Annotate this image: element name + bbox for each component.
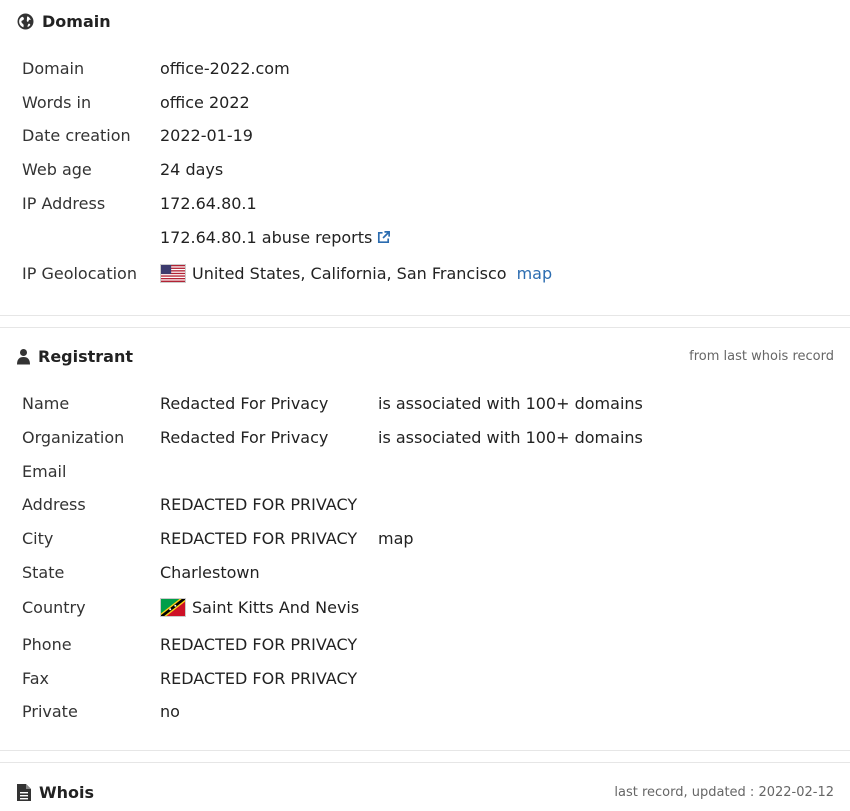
value-state: Charlestown: [160, 562, 260, 582]
row-organization: Organization Redacted For Privacy is ass…: [22, 425, 850, 449]
value-address: REDACTED FOR PRIVACY: [160, 494, 358, 514]
label-state: State: [22, 562, 65, 582]
label-ip-geolocation: IP Geolocation: [22, 263, 137, 283]
name-link[interactable]: Redacted For Privacy: [160, 394, 328, 413]
value-phone: REDACTED FOR PRIVACY: [160, 634, 358, 654]
value-words-in: office 2022: [160, 92, 250, 112]
value-domain: office-2022.com: [160, 58, 290, 78]
label-name: Name: [22, 393, 70, 413]
section-title-domain: Domain: [42, 12, 111, 31]
abuse-reports-label: 172.64.80.1 abuse reports: [160, 227, 373, 247]
ip-geolocation-map-link[interactable]: map: [517, 264, 553, 283]
label-phone: Phone: [22, 634, 72, 654]
value-country: Saint Kitts And Nevis: [160, 597, 360, 617]
external-link-icon: [378, 230, 391, 243]
label-city: City: [22, 528, 54, 548]
organization-association-text: is associated with 100+ domains: [378, 427, 643, 447]
section-title-whois: Whois: [39, 783, 95, 802]
label-organization: Organization: [22, 427, 125, 447]
row-date-creation: Date creation 2022-01-19: [22, 123, 850, 147]
label-country: Country: [22, 597, 86, 617]
row-ip-address: IP Address 172.64.80.1: [22, 191, 850, 215]
section-divider: [0, 762, 850, 763]
ip-address-link[interactable]: 172.64.80.1: [160, 194, 257, 213]
registrant-note: from last whois record: [689, 349, 834, 364]
globe-icon: [17, 13, 34, 30]
row-country: Country Saint Kitts And Nevis: [22, 595, 850, 619]
row-abuse-reports: 172.64.80.1 abuse reports: [22, 225, 850, 249]
domain-section-header: Domain: [17, 12, 111, 31]
row-fax: Fax REDACTED FOR PRIVACY: [22, 666, 850, 690]
organization-link[interactable]: Redacted For Privacy: [160, 428, 328, 447]
row-phone: Phone REDACTED FOR PRIVACY: [22, 632, 850, 656]
section-divider: [0, 750, 850, 751]
city-map-link[interactable]: map: [378, 529, 414, 548]
registrant-section-header: Registrant: [17, 347, 133, 366]
label-address: Address: [22, 494, 86, 514]
user-icon: [17, 349, 30, 365]
ip-geolocation-text: United States, California, San Francisco: [192, 263, 507, 283]
document-icon: [17, 784, 31, 801]
row-city: City REDACTED FOR PRIVACY map: [22, 526, 850, 550]
label-date-creation: Date creation: [22, 125, 131, 145]
whois-note: last record, updated : 2022-02-12: [614, 785, 834, 800]
kn-flag-icon: [160, 597, 186, 617]
section-divider: [0, 315, 850, 316]
value-private: no: [160, 701, 180, 721]
label-private: Private: [22, 701, 78, 721]
row-address: Address REDACTED FOR PRIVACY: [22, 492, 850, 516]
section-title-registrant: Registrant: [38, 347, 134, 366]
value-ip-geolocation: United States, California, San Francisco…: [160, 263, 553, 283]
label-domain: Domain: [22, 58, 85, 78]
whois-section-header: Whois: [17, 783, 94, 802]
row-web-age: Web age 24 days: [22, 157, 850, 181]
value-date-creation: 2022-01-19: [160, 125, 253, 145]
label-words-in: Words in: [22, 92, 92, 112]
row-words-in: Words in office 2022: [22, 90, 850, 114]
row-email: Email: [22, 459, 850, 483]
row-private: Private no: [22, 699, 850, 723]
row-state: State Charlestown: [22, 560, 850, 584]
name-association-text: is associated with 100+ domains: [378, 393, 643, 413]
row-domain: Domain office-2022.com: [22, 56, 850, 80]
value-city: REDACTED FOR PRIVACY: [160, 528, 358, 548]
row-name: Name Redacted For Privacy is associated …: [22, 391, 850, 415]
value-web-age: 24 days: [160, 159, 224, 179]
value-fax: REDACTED FOR PRIVACY: [160, 668, 358, 688]
label-web-age: Web age: [22, 159, 92, 179]
label-email: Email: [22, 461, 67, 481]
country-text: Saint Kitts And Nevis: [192, 597, 360, 617]
row-ip-geolocation: IP Geolocation United States, California…: [22, 261, 850, 285]
label-ip-address: IP Address: [22, 193, 106, 213]
abuse-reports-link[interactable]: 172.64.80.1 abuse reports: [160, 228, 391, 247]
us-flag-icon: [160, 263, 186, 283]
section-divider: [0, 327, 850, 328]
label-fax: Fax: [22, 668, 50, 688]
